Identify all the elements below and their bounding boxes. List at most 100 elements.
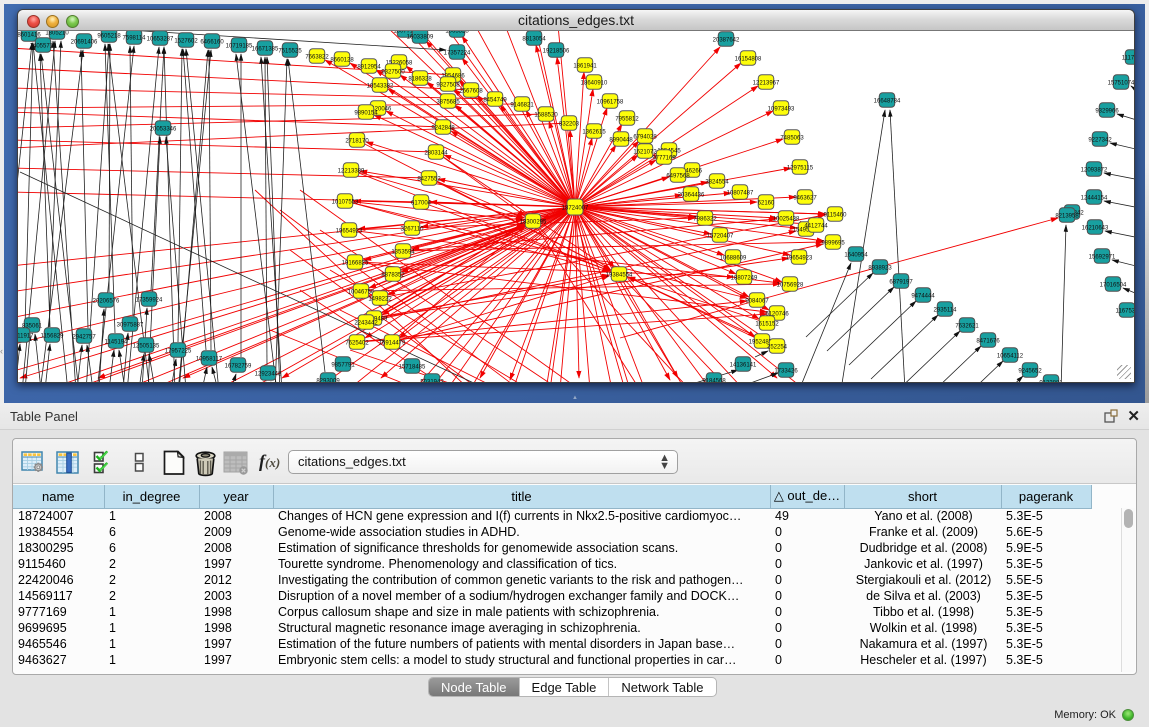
svg-text:10719185: 10719185 [226, 43, 253, 49]
svg-text:9227342: 9227342 [1088, 137, 1112, 143]
svg-text:10961758: 10961758 [597, 99, 624, 105]
svg-text:12213389: 12213389 [338, 168, 365, 174]
svg-text:2942757: 2942757 [72, 334, 96, 340]
svg-text:1527602: 1527602 [174, 38, 198, 44]
svg-text:15718485: 15718485 [399, 364, 426, 370]
svg-text:12505135: 12505135 [133, 343, 160, 349]
svg-text:20053346: 20053346 [150, 126, 177, 132]
svg-text:7625402: 7625402 [345, 340, 369, 346]
svg-text:1353594: 1353594 [391, 249, 415, 255]
svg-text:15720407: 15720407 [707, 233, 734, 239]
svg-text:10653287: 10653287 [147, 36, 174, 42]
svg-text:8293009: 8293009 [316, 378, 340, 382]
svg-text:1805210: 1805210 [45, 31, 69, 36]
svg-text:12444154: 12444154 [1081, 195, 1108, 201]
svg-text:1167533: 1167533 [1116, 308, 1134, 314]
svg-text:6497568: 6497568 [666, 173, 690, 179]
svg-text:1156829: 1156829 [41, 333, 65, 339]
svg-text:1733426: 1733426 [774, 368, 798, 374]
svg-text:7986322: 7986322 [693, 216, 717, 222]
svg-text:14055712: 14055712 [30, 43, 57, 49]
svg-text:7515525: 7515525 [278, 48, 302, 54]
svg-text:9184568: 9184568 [702, 378, 726, 382]
svg-text:9329966: 9329966 [1095, 108, 1119, 114]
svg-text:9857791: 9857791 [331, 362, 355, 368]
svg-text:8878352: 8878352 [381, 272, 405, 278]
svg-text:8213958: 8213958 [1055, 213, 1079, 219]
svg-text:16914479: 16914479 [379, 340, 406, 346]
svg-text:30975887: 30975887 [117, 322, 144, 328]
svg-text:12213967: 12213967 [753, 80, 780, 86]
svg-text:3911917: 3911917 [18, 333, 34, 339]
svg-text:9146821: 9146821 [510, 102, 534, 108]
svg-text:832203: 832203 [559, 121, 580, 127]
svg-text:1588520: 1588520 [534, 112, 558, 118]
svg-text:20364436: 20364436 [678, 192, 705, 198]
svg-text:10543382: 10543382 [367, 83, 394, 89]
svg-text:18300295: 18300295 [520, 219, 547, 225]
svg-text:9474444: 9474444 [911, 293, 935, 299]
svg-text:19654923: 19654923 [336, 228, 363, 234]
svg-text:12093872: 12093872 [1081, 167, 1108, 173]
svg-text:1117247: 1117247 [1122, 55, 1134, 61]
svg-text:9242848: 9242848 [431, 125, 455, 131]
svg-text:2667608: 2667608 [459, 88, 483, 94]
svg-text:10654112: 10654112 [997, 353, 1024, 359]
svg-text:10756928: 10756928 [777, 282, 804, 288]
svg-text:9123881: 9123881 [1039, 380, 1063, 382]
svg-text:5031943: 5031943 [420, 379, 444, 382]
svg-text:617004: 617004 [411, 200, 432, 206]
svg-text:18640910: 18640910 [581, 80, 608, 86]
svg-text:17359924: 17359924 [136, 297, 163, 303]
svg-text:3875685: 3875685 [436, 99, 460, 105]
svg-text:19218506: 19218506 [543, 48, 570, 54]
svg-text:17357224: 17357224 [444, 50, 471, 56]
svg-text:19384554: 19384554 [606, 272, 633, 278]
svg-text:10107553: 10107553 [332, 199, 359, 205]
svg-text:9245652: 9245652 [1018, 368, 1042, 374]
svg-text:6879197: 6879197 [889, 279, 913, 285]
svg-text:8990448: 8990448 [609, 137, 633, 143]
svg-text:7955812: 7955812 [615, 116, 639, 122]
svg-text:10025438: 10025438 [773, 216, 800, 222]
svg-text:6794028: 6794028 [633, 134, 657, 140]
svg-text:1498222: 1498222 [368, 296, 392, 302]
svg-text:14136141: 14136141 [730, 362, 757, 368]
svg-text:7485063: 7485063 [780, 135, 804, 141]
svg-text:20691406: 20691406 [71, 39, 98, 45]
svg-text:2803144: 2803144 [424, 150, 448, 156]
svg-text:8660128: 8660128 [330, 57, 354, 63]
svg-text:7598114: 7598114 [123, 35, 147, 41]
svg-text:4412744: 4412744 [804, 223, 828, 229]
svg-text:2935114: 2935114 [934, 307, 958, 313]
svg-text:9115460: 9115460 [824, 212, 848, 218]
svg-text:16154808: 16154808 [735, 56, 762, 62]
svg-text:9890154: 9890154 [354, 110, 378, 116]
svg-text:8813054: 8813054 [522, 36, 546, 42]
svg-text:10958117: 10958117 [196, 356, 223, 362]
svg-text:3267110: 3267110 [401, 226, 425, 232]
svg-text:9327508: 9327508 [436, 82, 460, 88]
svg-text:6466160: 6466160 [200, 39, 224, 45]
svg-text:1861941: 1861941 [573, 63, 597, 69]
svg-text:10046756: 10046756 [348, 289, 375, 295]
svg-text:3824554: 3824554 [705, 179, 729, 185]
svg-text:9899695: 9899695 [821, 240, 845, 246]
svg-text:9084067: 9084067 [745, 298, 769, 304]
svg-text:8471676: 8471676 [976, 338, 1000, 344]
svg-text:62160: 62160 [758, 200, 775, 206]
svg-text:9327500: 9327500 [381, 69, 405, 75]
svg-text:8938923: 8938923 [868, 265, 892, 271]
svg-text:16782759: 16782759 [225, 363, 252, 369]
svg-text:9605218: 9605218 [97, 33, 121, 39]
svg-text:2718170: 2718170 [345, 138, 369, 144]
svg-text:15751074: 15751074 [1108, 80, 1134, 86]
svg-text:10973493: 10973493 [768, 106, 795, 112]
svg-text:16648784: 16648784 [874, 98, 901, 104]
svg-text:9463627: 9463627 [793, 195, 817, 201]
svg-text:1362615: 1362615 [582, 129, 606, 135]
svg-text:18807249: 18807249 [731, 275, 758, 281]
svg-text:9777169: 9777169 [652, 155, 676, 161]
svg-text:8427552: 8427552 [417, 176, 441, 182]
svg-text:16033809: 16033809 [407, 34, 434, 40]
